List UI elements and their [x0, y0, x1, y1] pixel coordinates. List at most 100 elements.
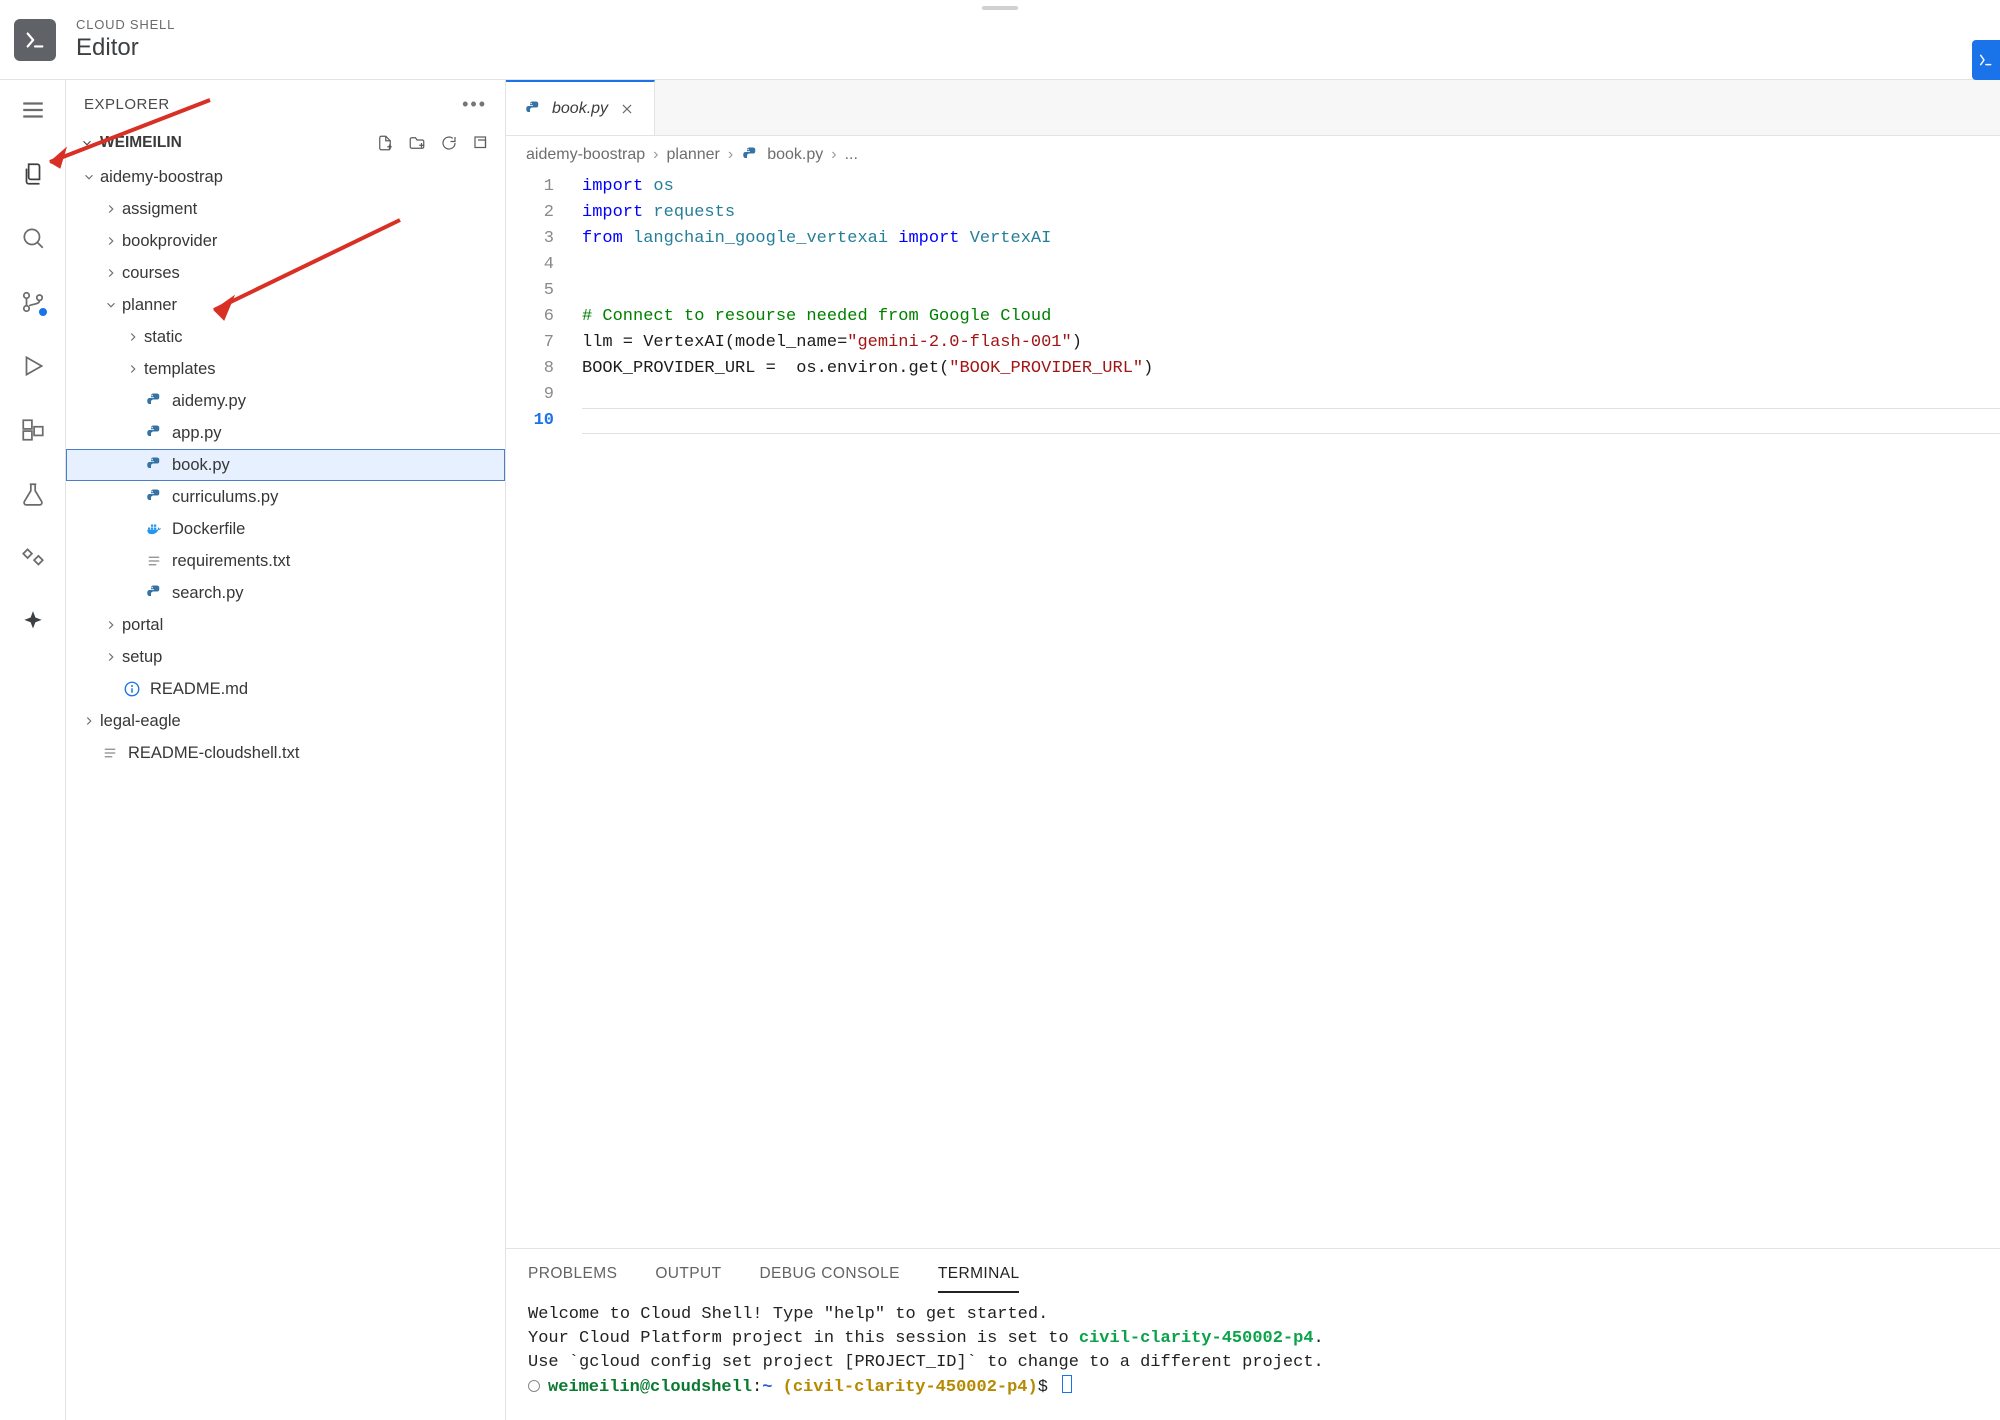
- tree-file-search-py[interactable]: search.py: [66, 577, 505, 609]
- code-line[interactable]: [582, 408, 2000, 434]
- tab-book-py[interactable]: book.py: [506, 80, 655, 135]
- open-terminal-button[interactable]: [1972, 40, 2000, 80]
- source-control-tab[interactable]: [15, 284, 51, 320]
- testing-tab[interactable]: [15, 476, 51, 512]
- tree-folder-courses[interactable]: courses: [66, 257, 505, 289]
- line-number: 10: [506, 408, 566, 434]
- line-number: 8: [506, 356, 566, 382]
- explorer-title: EXPLORER: [84, 96, 170, 113]
- code-line[interactable]: [582, 382, 2000, 408]
- tab-close-button[interactable]: [618, 100, 636, 118]
- terminal[interactable]: Welcome to Cloud Shell! Type "help" to g…: [506, 1301, 2000, 1420]
- code-line[interactable]: llm = VertexAI(model_name="gemini-2.0-fl…: [582, 330, 2000, 356]
- extensions-tab[interactable]: [15, 412, 51, 448]
- gutter: [566, 408, 582, 434]
- token-plain: llm = VertexAI: [582, 333, 725, 352]
- explorer-root-row[interactable]: WEIMEILIN: [66, 125, 505, 161]
- info-icon: [122, 679, 142, 699]
- drag-handle[interactable]: [982, 6, 1018, 10]
- tree-file-book-py[interactable]: book.py: [66, 449, 505, 481]
- chevron-down-icon: [102, 296, 120, 314]
- line-number: 4: [506, 252, 566, 278]
- refresh-button[interactable]: [439, 133, 459, 153]
- chevron-right-icon: [102, 616, 120, 634]
- chevron-right-icon: ›: [653, 146, 658, 164]
- code-line[interactable]: from langchain_google_vertexai import Ve…: [582, 226, 2000, 252]
- breadcrumb[interactable]: aidemy-boostrap › planner › book.py › ..…: [506, 136, 2000, 174]
- code-line[interactable]: # Connect to resourse needed from Google…: [582, 304, 2000, 330]
- header: CLOUD SHELL Editor: [0, 0, 2000, 80]
- chevron-right-icon: [102, 232, 120, 250]
- token-str: "gemini-2.0-flash-001": [847, 333, 1071, 352]
- breadcrumb-overflow[interactable]: ...: [845, 146, 858, 164]
- flask-icon: [20, 481, 46, 507]
- tree-folder-templates[interactable]: templates: [66, 353, 505, 385]
- tree-label: search.py: [172, 584, 244, 603]
- tree-folder-portal[interactable]: portal: [66, 609, 505, 641]
- breadcrumb-part[interactable]: book.py: [767, 146, 823, 164]
- menu-icon: [20, 97, 46, 123]
- tree-file-aidemy-py[interactable]: aidemy.py: [66, 385, 505, 417]
- tree-folder-planner[interactable]: planner: [66, 289, 505, 321]
- token-kw: import: [582, 177, 643, 196]
- line-number: 1: [506, 174, 566, 200]
- run-debug-tab[interactable]: [15, 348, 51, 384]
- code-line[interactable]: [582, 278, 2000, 304]
- code-editor[interactable]: 1import os2import requests3from langchai…: [506, 174, 2000, 448]
- panel-tab-debug[interactable]: DEBUG CONSOLE: [759, 1265, 899, 1293]
- chevron-right-icon: [124, 360, 142, 378]
- tree-label: README-cloudshell.txt: [128, 744, 299, 763]
- tree-folder-bookprovider[interactable]: bookprovider: [66, 225, 505, 257]
- tree-file-readme-cloudshell[interactable]: README-cloudshell.txt: [66, 737, 505, 769]
- py-icon: [144, 455, 164, 475]
- panel-tab-output[interactable]: OUTPUT: [655, 1265, 721, 1293]
- terminal-dollar: $: [1038, 1378, 1048, 1397]
- panel-tab-problems[interactable]: PROBLEMS: [528, 1265, 617, 1293]
- activity-bar: [0, 80, 66, 1420]
- token-mod: requests: [653, 203, 735, 222]
- tree-label: book.py: [172, 456, 230, 475]
- terminal-cursor: [1062, 1375, 1072, 1393]
- tree-file-readme-md[interactable]: README.md: [66, 673, 505, 705]
- breadcrumb-part[interactable]: aidemy-boostrap: [526, 146, 645, 164]
- editor-area: book.py aidemy-boostrap › planner › book…: [506, 80, 2000, 1420]
- code-line[interactable]: BOOK_PROVIDER_URL = os.environ.get("BOOK…: [582, 356, 2000, 382]
- header-title: Editor: [76, 34, 175, 62]
- workspace-name: WEIMEILIN: [100, 134, 182, 152]
- new-folder-button[interactable]: [407, 133, 427, 153]
- cloud-code-tab[interactable]: [15, 540, 51, 576]
- explorer-title-row: EXPLORER •••: [66, 80, 505, 125]
- header-titles: CLOUD SHELL Editor: [76, 17, 175, 62]
- terminal-line: Your Cloud Platform project in this sess…: [528, 1327, 1978, 1351]
- token-kw: import: [898, 229, 959, 248]
- tree-label: requirements.txt: [172, 552, 290, 571]
- explorer-tab[interactable]: [15, 156, 51, 192]
- collapse-button[interactable]: [471, 133, 491, 153]
- tree-label: aidemy-boostrap: [100, 168, 223, 187]
- menu-button[interactable]: [15, 92, 51, 128]
- new-file-button[interactable]: [375, 133, 395, 153]
- code-line[interactable]: import requests: [582, 200, 2000, 226]
- gutter: [566, 304, 582, 330]
- code-line[interactable]: import os: [582, 174, 2000, 200]
- tree-file-app-py[interactable]: app.py: [66, 417, 505, 449]
- tree-folder-legal-eagle[interactable]: legal-eagle: [66, 705, 505, 737]
- tree-folder-setup[interactable]: setup: [66, 641, 505, 673]
- panel-tab-terminal[interactable]: TERMINAL: [938, 1265, 1020, 1293]
- tree-file-dockerfile[interactable]: Dockerfile: [66, 513, 505, 545]
- ai-tab[interactable]: [15, 604, 51, 640]
- breadcrumb-part[interactable]: planner: [667, 146, 720, 164]
- tree-file-curriculums-py[interactable]: curriculums.py: [66, 481, 505, 513]
- line-number: 5: [506, 278, 566, 304]
- token-sp: [643, 203, 653, 222]
- tree-folder-assigment[interactable]: assigment: [66, 193, 505, 225]
- new-file-icon: [376, 134, 394, 152]
- explorer-more-button[interactable]: •••: [462, 94, 487, 115]
- tree-label: bookprovider: [122, 232, 217, 251]
- search-tab[interactable]: [15, 220, 51, 256]
- chevron-down-icon: [80, 168, 98, 186]
- tree-file-requirements-txt[interactable]: requirements.txt: [66, 545, 505, 577]
- code-line[interactable]: [582, 252, 2000, 278]
- tree-folder-static[interactable]: static: [66, 321, 505, 353]
- tree-folder-aidemy-boostrap[interactable]: aidemy-boostrap: [66, 161, 505, 193]
